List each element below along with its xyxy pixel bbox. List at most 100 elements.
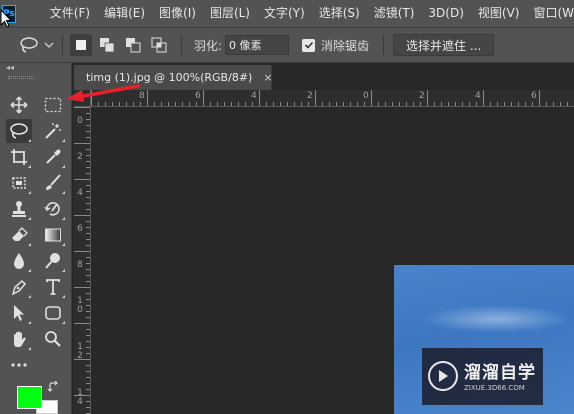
new-selection-button[interactable] [70,34,92,56]
eyedropper-tool[interactable] [40,145,66,169]
annotation-arrow-icon [66,84,140,102]
rectangle-shape-icon [45,306,61,320]
menu-bar: Ps 文件(F) 编辑(E) 图像(I) 图层(L) 文字(Y) 选择(S) 滤… [0,0,574,27]
ruler-label: 2 [307,91,313,101]
ruler-label: 6 [195,91,201,101]
ruler-label: 1 0 [77,296,83,315]
menu-image[interactable]: 图像(I) [152,0,203,27]
lasso-icon [10,123,28,139]
new-selection-icon [76,40,86,50]
menu-filter[interactable]: 滤镜(T) [367,0,422,27]
divider [62,35,63,55]
horizontal-ruler[interactable]: 8 6 4 2 0 2 4 6 [91,90,574,107]
menu-3d[interactable]: 3D(D) [421,0,470,27]
ruler-label: 1 4 [77,388,83,407]
frame-tool[interactable] [6,171,32,195]
ruler-label: 0 [77,116,83,126]
tool-group-indicator [28,217,31,220]
close-icon[interactable]: × [263,71,272,84]
add-selection-icon [100,38,115,53]
blur-icon [14,253,24,269]
ruler-ticks [91,90,568,106]
eraser-tool[interactable] [6,223,32,247]
pen-tool[interactable] [6,275,32,299]
rectangle-tool[interactable] [40,301,66,325]
move-tool[interactable] [6,93,32,117]
tool-group-indicator [28,191,31,194]
tool-group-indicator [62,321,65,324]
select-and-mask-button[interactable]: 选择并遮住 ... [393,34,495,56]
tool-group-indicator [62,243,65,246]
add-to-selection-button[interactable] [96,34,118,56]
tool-group-indicator [28,243,31,246]
menu-type[interactable]: 文字(Y) [257,0,312,27]
ruler-label: 2 [77,152,83,162]
crop-icon [11,149,27,165]
subtract-from-selection-button[interactable] [122,34,144,56]
tool-group-indicator [62,139,65,142]
brush-icon [46,174,61,190]
mouse-cursor-icon [0,9,12,28]
eyedropper-icon [46,149,61,164]
intersect-selection-button[interactable] [148,34,170,56]
magic-wand-tool[interactable] [40,119,66,143]
collapse-panel-icon[interactable]: ◂◂ [6,63,14,72]
move-icon [10,96,28,114]
menu-edit[interactable]: 编辑(E) [97,0,152,27]
menu-window[interactable]: 窗口(W) [526,0,574,27]
crop-tool[interactable] [6,145,32,169]
frame-icon [12,177,26,189]
menu-select[interactable]: 选择(S) [312,0,367,27]
path-selection-tool[interactable] [6,301,32,325]
eraser-icon [12,227,28,241]
tool-preset-picker[interactable] [18,28,54,62]
ruler-label: 4 [475,91,481,101]
intersect-selection-icon [151,37,167,53]
clone-stamp-tool[interactable] [6,197,32,221]
chevron-down-icon [44,42,54,48]
divider [181,35,182,55]
vertical-ruler[interactable]: 0 2 4 6 8 1 0 1 2 1 4 [74,107,91,414]
feather-input[interactable] [225,35,290,55]
gradient-tool[interactable] [40,223,66,247]
type-tool[interactable] [40,275,66,299]
hand-icon [14,331,26,347]
menu-file[interactable]: 文件(F) [43,0,97,27]
ruler-label: 6 [77,224,83,234]
antialias-label: 消除锯齿 [321,38,370,53]
dodge-icon [45,253,60,269]
blur-tool[interactable] [6,249,32,273]
tool-group-indicator [28,295,31,298]
foreground-color-swatch[interactable] [17,386,42,409]
antialias-checkbox[interactable] [302,38,315,52]
ruler-label: 4 [251,91,257,101]
magic-wand-icon [45,123,61,139]
checkmark-icon [304,41,313,49]
dodge-tool[interactable] [40,249,66,273]
subtract-selection-icon [126,38,141,53]
tool-group-indicator [62,191,65,194]
zoom-tool[interactable] [40,327,66,351]
lasso-tool[interactable] [6,119,32,143]
hand-tool[interactable] [6,327,32,351]
document-image[interactable]: 溜溜自学 ZIXUE.3D66.COM [394,265,574,414]
tool-group-indicator [28,347,31,350]
ruler-label: 4 [77,188,83,198]
more-tools-icon [11,363,27,367]
tool-group-indicator [62,165,65,168]
panel-grip[interactable] [8,76,34,79]
gradient-icon [45,228,61,242]
watermark: 溜溜自学 ZIXUE.3D66.COM [422,348,543,405]
menu-view[interactable]: 视图(V) [471,0,527,27]
swap-colors-icon[interactable] [47,381,59,393]
play-logo-icon [428,361,458,391]
path-selection-icon [14,305,24,321]
history-brush-tool[interactable] [40,197,66,221]
brush-tool[interactable] [40,171,66,195]
lasso-icon [20,37,38,53]
ruler-label: 8 [77,260,83,270]
sky-cloud [422,305,572,333]
tool-group-indicator [28,165,31,168]
menu-layer[interactable]: 图层(L) [203,0,257,27]
edit-toolbar-button[interactable] [6,353,32,377]
